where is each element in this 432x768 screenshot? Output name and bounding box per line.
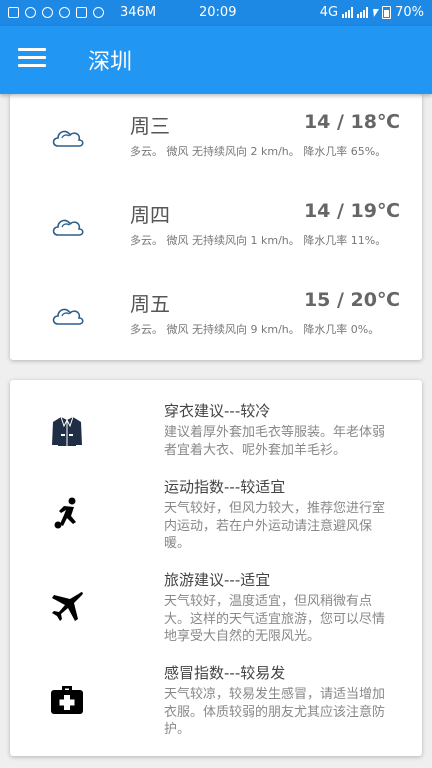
mute-icon: [59, 7, 70, 18]
lifestyle-advice-card: 穿衣建议---较冷 建议着厚外套加毛衣等服装。年老体弱者宜着大衣、呢外套加羊毛衫…: [10, 380, 422, 756]
forecast-row[interactable]: 周三 14 / 18℃ 多云。 微风 无持续风向 2 km/h。 降水几率 65…: [10, 94, 422, 182]
airplane-icon: [52, 592, 83, 621]
network-speed: 346M: [120, 5, 157, 20]
cloud-icon: [52, 308, 84, 325]
medical-kit-icon: [51, 686, 83, 714]
signal-icon: [342, 7, 354, 18]
cloud-icon: [52, 130, 84, 147]
city-title: 深圳: [88, 50, 133, 75]
app-notification-icon: [42, 7, 53, 18]
forecast-day: 周五: [130, 292, 170, 316]
advice-title: 感冒指数---较易发: [164, 664, 286, 682]
bluetooth-icon: [76, 7, 87, 18]
system-icons: 4G 70%: [320, 5, 424, 20]
advice-title: 运动指数---较适宜: [164, 478, 286, 496]
forecast-temp: 15 / 20℃: [303, 289, 400, 311]
advice-title: 穿衣建议---较冷: [164, 402, 271, 420]
jacket-icon: [52, 416, 82, 446]
cloud-icon: [52, 219, 84, 236]
advice-title: 旅游建议---适宜: [164, 571, 271, 589]
advice-text: 天气较凉，较易发生感冒，请适当增加衣服。体质较弱的朋友尤其应该注意防护。: [164, 687, 386, 737]
advice-text: 天气较好，但风力较大，推荐您进行室内运动，若在户外运动请注意避风保暖。: [164, 501, 386, 551]
soccer-player-icon: [54, 497, 76, 529]
notification-icons: 346M: [8, 5, 156, 20]
signal-icon: [357, 7, 369, 18]
hamburger-menu-icon[interactable]: [18, 48, 46, 72]
forecast-row[interactable]: 周五 15 / 20℃ 多云。 微风 无持续风向 9 km/h。 降水几率 0%…: [10, 272, 422, 360]
advice-text: 建议着厚外套加毛衣等服装。年老体弱者宜着大衣、呢外套加羊毛衫。: [164, 425, 386, 458]
network-type: 4G: [319, 5, 339, 20]
gallery-notification-icon: [8, 7, 19, 18]
forecast-day: 周四: [130, 203, 170, 227]
forecast-row[interactable]: 周四 14 / 19℃ 多云。 微风 无持续风向 1 km/h。 降水几率 11…: [10, 183, 422, 271]
forecast-day: 周三: [130, 114, 170, 138]
forecast-desc: 多云。 微风 无持续风向 1 km/h。 降水几率 11%。: [130, 234, 387, 247]
app-notification-icon: [25, 7, 36, 18]
status-bar: 346M 20:09 4G 70%: [0, 0, 432, 26]
forecast-desc: 多云。 微风 无持续风向 2 km/h。 降水几率 65%。: [130, 145, 387, 158]
status-time: 20:09: [199, 5, 237, 20]
forecast-temp: 14 / 19℃: [303, 200, 400, 222]
battery-icon: [382, 6, 392, 19]
battery-level: 70%: [395, 5, 424, 20]
forecast-card: 周三 14 / 18℃ 多云。 微风 无持续风向 2 km/h。 降水几率 65…: [10, 94, 422, 360]
app-bar: 深圳: [0, 26, 432, 94]
advice-text: 天气较好，温度适宜，但风稍微有点大。这样的天气适宜旅游，您可以尽情地享受大自然的…: [164, 594, 386, 644]
charging-icon: [371, 8, 380, 17]
alarm-icon: [93, 7, 104, 18]
forecast-desc: 多云。 微风 无持续风向 9 km/h。 降水几率 0%。: [130, 323, 380, 336]
forecast-temp: 14 / 18℃: [303, 111, 400, 133]
